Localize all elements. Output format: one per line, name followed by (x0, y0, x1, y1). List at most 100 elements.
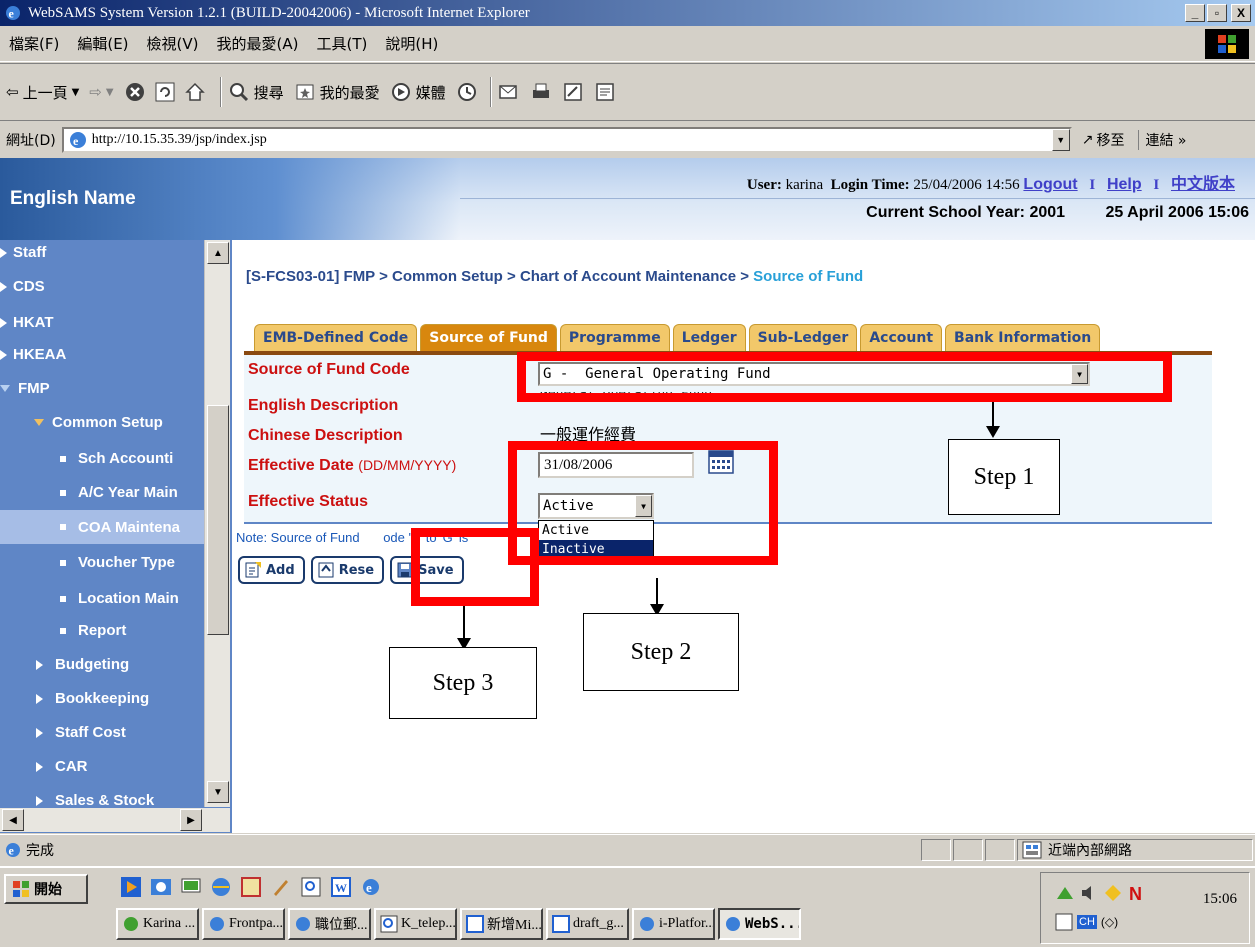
window-title: WebSAMS System Version 1.2.1 (BUILD-2004… (28, 4, 530, 21)
nav-item-car[interactable]: CAR (36, 758, 88, 775)
task-button[interactable]: K_telep... (374, 908, 457, 940)
add-button[interactable]: Add (238, 556, 305, 584)
effective-status-label: Effective Status (248, 493, 369, 510)
discuss-icon[interactable] (594, 81, 616, 103)
tab-account[interactable]: Account (860, 324, 943, 351)
english-description-label: English Description (248, 397, 399, 414)
ie-icon[interactable]: e (360, 876, 382, 898)
security-icon[interactable] (1103, 883, 1123, 903)
task-button[interactable]: Frontpa... (202, 908, 285, 940)
back-label: 上一頁 (22, 83, 68, 102)
paint-icon[interactable] (270, 876, 292, 898)
nav-item-label: Staff Cost (55, 724, 126, 741)
back-button[interactable]: ⇦ 上一頁 ▼ (6, 82, 79, 103)
menu-edit[interactable]: 編輯(E) (68, 33, 137, 54)
minimize-button[interactable]: _ (1185, 4, 1205, 22)
sof-code-label: Source of Fund Code (248, 361, 410, 378)
nav-item-report[interactable]: Report (60, 622, 126, 639)
tab-ledger[interactable]: Ledger (672, 324, 746, 351)
menu-tools[interactable]: 工具(T) (307, 33, 376, 54)
favorites-button[interactable]: 我的最愛 (294, 81, 380, 103)
home-icon[interactable] (184, 81, 206, 103)
date-format-hint: (DD/MM/YYYY) (358, 457, 457, 473)
app-icon[interactable] (240, 876, 262, 898)
nav-item-cds[interactable]: CDS (0, 278, 45, 295)
go-button[interactable]: ↗ 移至 (1082, 130, 1125, 150)
refresh-icon[interactable] (154, 81, 176, 103)
edit-icon[interactable] (562, 81, 584, 103)
task-button[interactable]: 職位郵... (288, 908, 371, 940)
media-icon (391, 83, 410, 101)
word-icon[interactable]: W (330, 876, 352, 898)
nav-horizontal-scrollbar[interactable]: ◀ ▶ (0, 808, 230, 832)
search-button[interactable]: 搜尋 (228, 81, 284, 103)
address-dropdown-button[interactable]: ▼ (1051, 129, 1070, 151)
tab-strip: EMB-Defined Code Source of Fund Programm… (254, 324, 1101, 351)
menu-view[interactable]: 檢視(V) (138, 33, 208, 54)
close-button[interactable]: X (1231, 4, 1251, 22)
task-button[interactable]: Karina ... (116, 908, 199, 940)
nav-item-staff[interactable]: Staff (0, 244, 46, 261)
antivirus-icon[interactable]: N (1127, 883, 1147, 903)
scroll-right-button[interactable]: ▶ (180, 809, 202, 831)
desktop-icon[interactable] (180, 876, 202, 898)
nav-item-bookkeeping[interactable]: Bookkeeping (36, 690, 149, 707)
address-input[interactable]: e http://10.15.35.39/jsp/index.jsp ▼ (61, 127, 1072, 153)
nav-item-common-setup[interactable]: Common Setup (34, 414, 163, 431)
tab-source-of-fund[interactable]: Source of Fund (420, 324, 557, 351)
stop-icon[interactable] (124, 81, 146, 103)
nav-item-hkeaa[interactable]: HKEAA (0, 346, 66, 363)
nav-item-coa-maintenance[interactable]: COA Maintena (0, 510, 204, 544)
taskbar-clock[interactable]: 15:06 (1203, 891, 1237, 908)
search-tool-icon[interactable] (300, 876, 322, 898)
ime-icon[interactable] (1055, 913, 1073, 931)
nav-item-budgeting[interactable]: Budgeting (36, 656, 129, 673)
menu-favorites[interactable]: 我的最愛(A) (208, 33, 308, 54)
links-button[interactable]: 連結 » (1138, 130, 1186, 150)
network-icon[interactable] (1055, 883, 1075, 903)
nav-item-fmp[interactable]: FMP (0, 380, 50, 397)
task-button[interactable]: draft_g... (546, 908, 629, 940)
menu-file[interactable]: 檔案(F) (0, 33, 68, 54)
print-icon[interactable] (530, 81, 552, 103)
nav-item-staff-cost[interactable]: Staff Cost (36, 724, 126, 741)
tab-sub-ledger[interactable]: Sub-Ledger (748, 324, 858, 351)
maximize-button[interactable]: ▫ (1207, 4, 1227, 22)
address-url: http://10.15.35.39/jsp/index.jsp (91, 132, 267, 147)
ie-quicklaunch-icon[interactable] (210, 876, 232, 898)
chinese-version-link[interactable]: 中文版本 (1171, 176, 1235, 193)
tab-programme[interactable]: Programme (559, 324, 670, 351)
menu-help[interactable]: 說明(H) (376, 33, 447, 54)
history-icon[interactable] (456, 81, 478, 103)
tab-emb-defined-code[interactable]: EMB-Defined Code (254, 324, 418, 351)
nav-vertical-scrollbar[interactable]: ▲ ▼ (204, 240, 230, 807)
nav-item-voucher-type[interactable]: Voucher Type (60, 554, 175, 571)
outlook-icon[interactable] (150, 876, 172, 898)
scroll-thumb[interactable] (207, 405, 229, 635)
media-button[interactable]: 媒體 (390, 81, 446, 103)
language-indicator[interactable]: CH (1077, 915, 1097, 929)
window-title-bar[interactable]: e WebSAMS System Version 1.2.1 (BUILD-20… (0, 0, 1255, 26)
mail-icon[interactable] (498, 81, 520, 103)
nav-item-ac-year[interactable]: A/C Year Main (60, 484, 178, 501)
forward-button[interactable]: ⇨ ▼ (89, 83, 113, 101)
start-button[interactable]: 開始 (4, 874, 88, 904)
tab-bank-information[interactable]: Bank Information (945, 324, 1101, 351)
scroll-down-button[interactable]: ▼ (207, 781, 229, 803)
scroll-up-button[interactable]: ▲ (207, 242, 229, 264)
task-button[interactable]: 新增Mi... (460, 908, 543, 940)
nav-item-label: CAR (55, 758, 88, 775)
volume-icon[interactable] (1079, 883, 1099, 903)
nav-item-location[interactable]: Location Main (60, 590, 179, 607)
scroll-left-button[interactable]: ◀ (2, 809, 24, 831)
help-link[interactable]: Help (1107, 176, 1142, 193)
nav-item-sch-accounting[interactable]: Sch Accounti (60, 450, 173, 467)
reset-button[interactable]: Rese (310, 556, 385, 584)
nav-item-hkat[interactable]: HKAT (0, 314, 54, 331)
task-button-active[interactable]: WebS... (718, 908, 801, 940)
media-player-icon[interactable] (120, 876, 142, 898)
task-button[interactable]: i-Platfor... (632, 908, 715, 940)
nav-item-sales-stock[interactable]: Sales & Stock (36, 792, 154, 809)
logout-link[interactable]: Logout (1023, 176, 1077, 193)
ime-mode-icon[interactable]: (◇) (1101, 915, 1118, 929)
